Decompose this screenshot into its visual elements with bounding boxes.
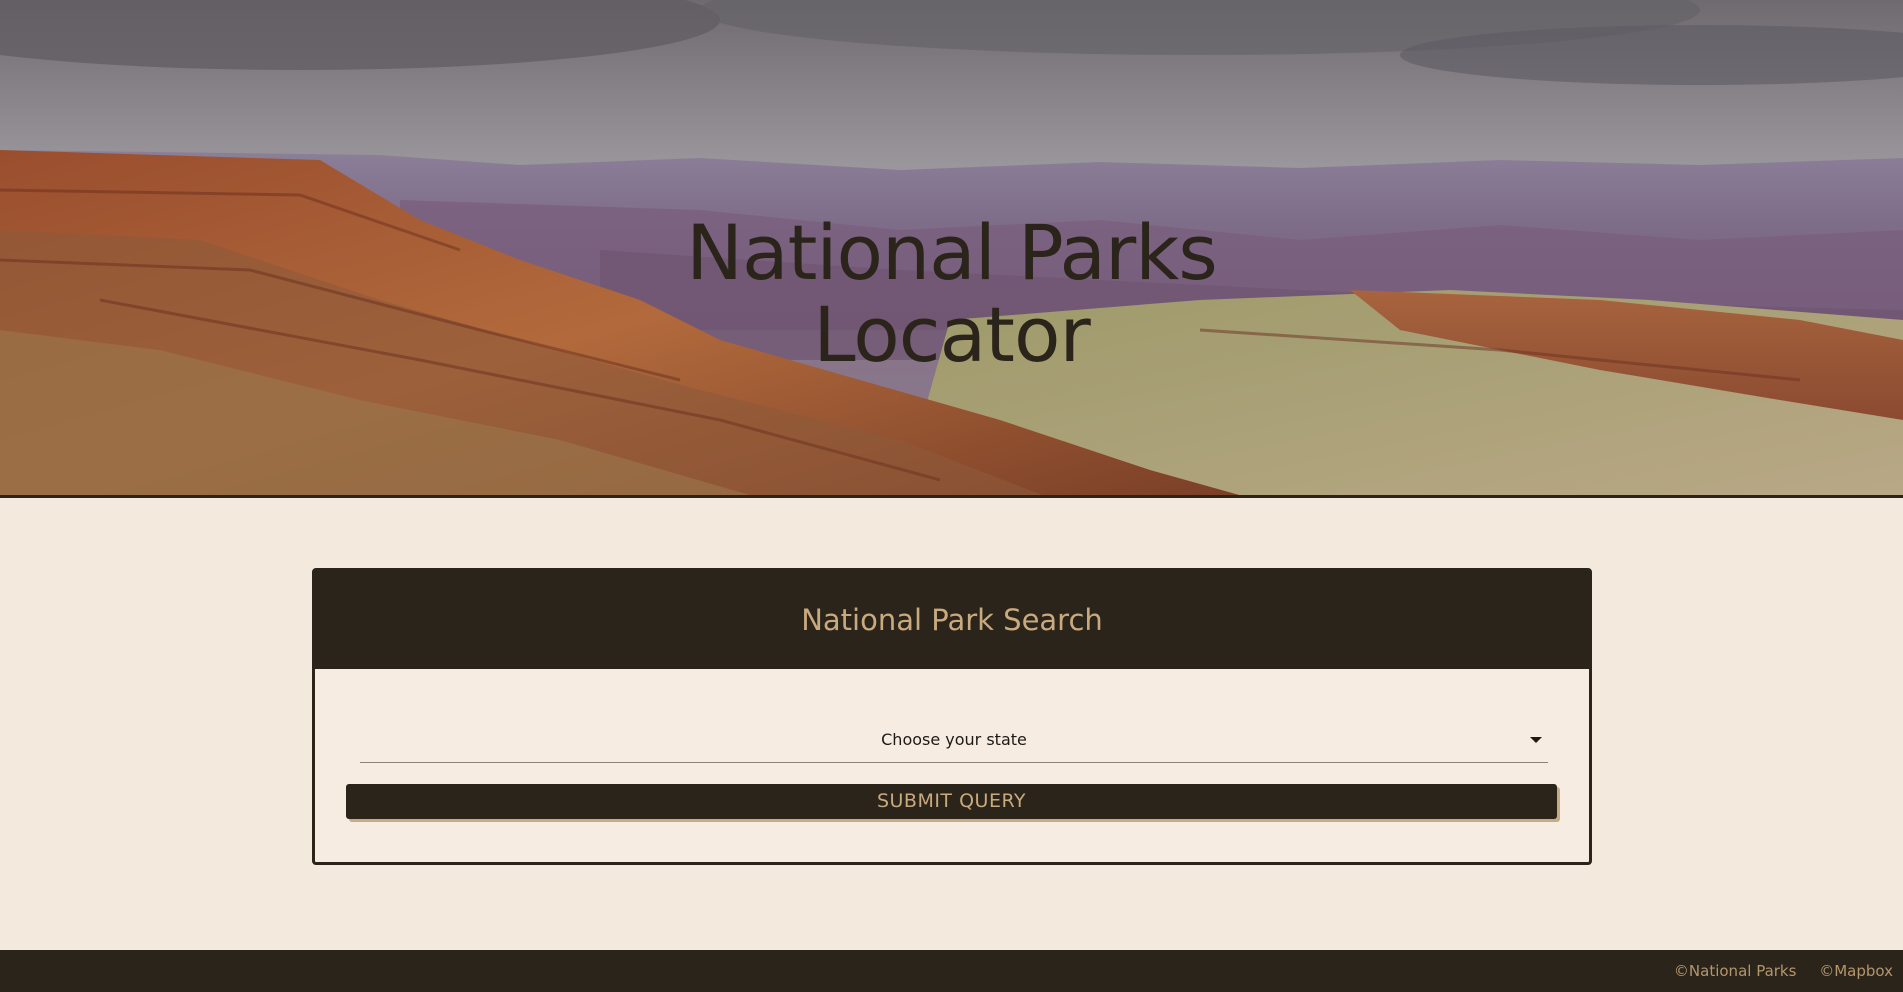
page-title-line-1: National Parks [686,208,1218,297]
footer-link-mapbox[interactable]: ©Mapbox [1819,962,1893,980]
page-title-line-2: Locator [813,290,1090,379]
hero-banner: National Parks Locator [0,0,1903,498]
card-heading: National Park Search [315,571,1589,669]
state-select-value: Choose your state [881,730,1027,749]
footer: ©National Parks ©Mapbox [0,950,1903,992]
footer-links: ©National Parks ©Mapbox [1656,962,1893,980]
park-search-card: National Park Search Choose your state S… [312,568,1592,865]
state-select[interactable]: Choose your state [360,723,1548,763]
footer-link-national-parks[interactable]: ©National Parks [1674,962,1797,980]
page-title: National Parks Locator [0,212,1903,376]
submit-query-button[interactable]: SUBMIT QUERY [346,784,1557,819]
caret-down-icon [1530,737,1542,743]
